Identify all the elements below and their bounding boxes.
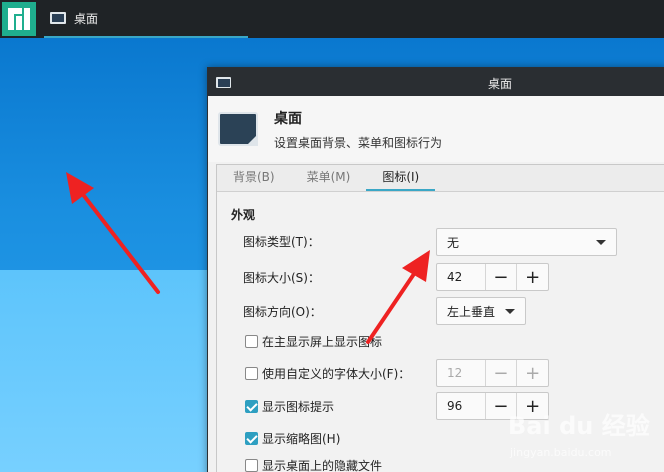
row-icon-orientation: 图标方向(O)： (243, 297, 322, 325)
chevron-down-icon (596, 240, 606, 245)
window-title: 桌面 (488, 77, 513, 91)
row-icon-size: 图标大小(S)： (243, 263, 320, 291)
window-app-icon (216, 76, 231, 88)
icon-size-input[interactable]: 42 (437, 264, 485, 290)
tab-menu[interactable]: 菜单(M) (291, 165, 367, 191)
wallpaper-band-light (0, 270, 220, 472)
font-size-minus-button[interactable]: − (484, 360, 517, 386)
show-thumbnails-checkbox[interactable] (245, 431, 258, 445)
tooltip-size-input[interactable]: 96 (437, 393, 485, 419)
show-on-primary-label: 在主显示屏上显示图标 (262, 334, 383, 349)
row-custom-font-size[interactable]: 使用自定义的字体大小(F)： (245, 362, 410, 384)
show-thumbnails-label: 显示缩略图(H) (262, 431, 341, 446)
desktop-settings-icon (50, 12, 66, 24)
manjaro-menu-icon[interactable] (2, 2, 36, 36)
section-title-appearance: 外观 (231, 208, 256, 222)
row-show-on-primary[interactable]: 在主显示屏上显示图标 (245, 330, 382, 352)
font-size-spinner: 12 − + (436, 359, 549, 387)
icon-orientation-label: 图标方向(O)： (243, 304, 322, 319)
top-panel: 桌面 (0, 0, 664, 38)
header-title: 桌面 (274, 110, 302, 127)
baidu-jingyan-watermark: Bai du 经验 jingyan.baidu.com (508, 412, 650, 459)
dialog-header: 桌面 设置桌面背景、菜单和图标行为 (208, 96, 664, 162)
icon-orientation-value: 左上垂直 (447, 304, 496, 319)
row-show-thumbnails[interactable]: 显示缩略图(H) (245, 427, 340, 449)
custom-font-size-label: 使用自定义的字体大小(F)： (262, 366, 411, 381)
icon-type-dropdown[interactable]: 无 (436, 228, 617, 256)
watermark-brand: Bai du 经验 (508, 412, 650, 440)
taskbar-item-desktop[interactable]: 桌面 (44, 0, 248, 38)
show-hidden-label: 显示桌面上的隐藏文件 (262, 458, 383, 472)
show-hidden-checkbox[interactable] (245, 458, 258, 472)
font-size-input[interactable]: 12 (437, 360, 485, 386)
icon-orientation-dropdown[interactable]: 左上垂直 (436, 297, 526, 325)
show-tooltips-label: 显示图标提示 (262, 399, 335, 414)
icon-size-plus-button[interactable]: + (516, 264, 548, 290)
row-icon-type: 图标类型(T)： (243, 227, 320, 255)
tab-bar: 背景(B) 菜单(M) 图标(I) (217, 165, 664, 192)
icon-type-label: 图标类型(T)： (243, 234, 320, 249)
row-show-tooltips[interactable]: 显示图标提示 (245, 395, 334, 417)
icon-size-spinner: 42 − + (436, 263, 549, 291)
window-titlebar[interactable]: 桌面 (208, 68, 664, 96)
header-subtitle: 设置桌面背景、菜单和图标行为 (274, 135, 443, 150)
icon-size-label: 图标大小(S)： (243, 270, 320, 285)
taskbar-item-label: 桌面 (74, 11, 99, 26)
tab-icons[interactable]: 图标(I) (366, 165, 436, 191)
custom-font-size-checkbox[interactable] (245, 366, 258, 380)
watermark-url: jingyan.baidu.com (509, 446, 612, 459)
chevron-down-icon (505, 309, 515, 314)
row-show-hidden[interactable]: 显示桌面上的隐藏文件 (245, 454, 382, 472)
show-on-primary-checkbox[interactable] (245, 334, 258, 348)
show-tooltips-checkbox[interactable] (245, 399, 258, 413)
desktop-settings-large-icon (218, 112, 258, 146)
icon-size-minus-button[interactable]: − (484, 264, 517, 290)
font-size-plus-button[interactable]: + (516, 360, 548, 386)
tab-background[interactable]: 背景(B) (217, 165, 291, 191)
icon-type-value: 无 (447, 235, 460, 250)
